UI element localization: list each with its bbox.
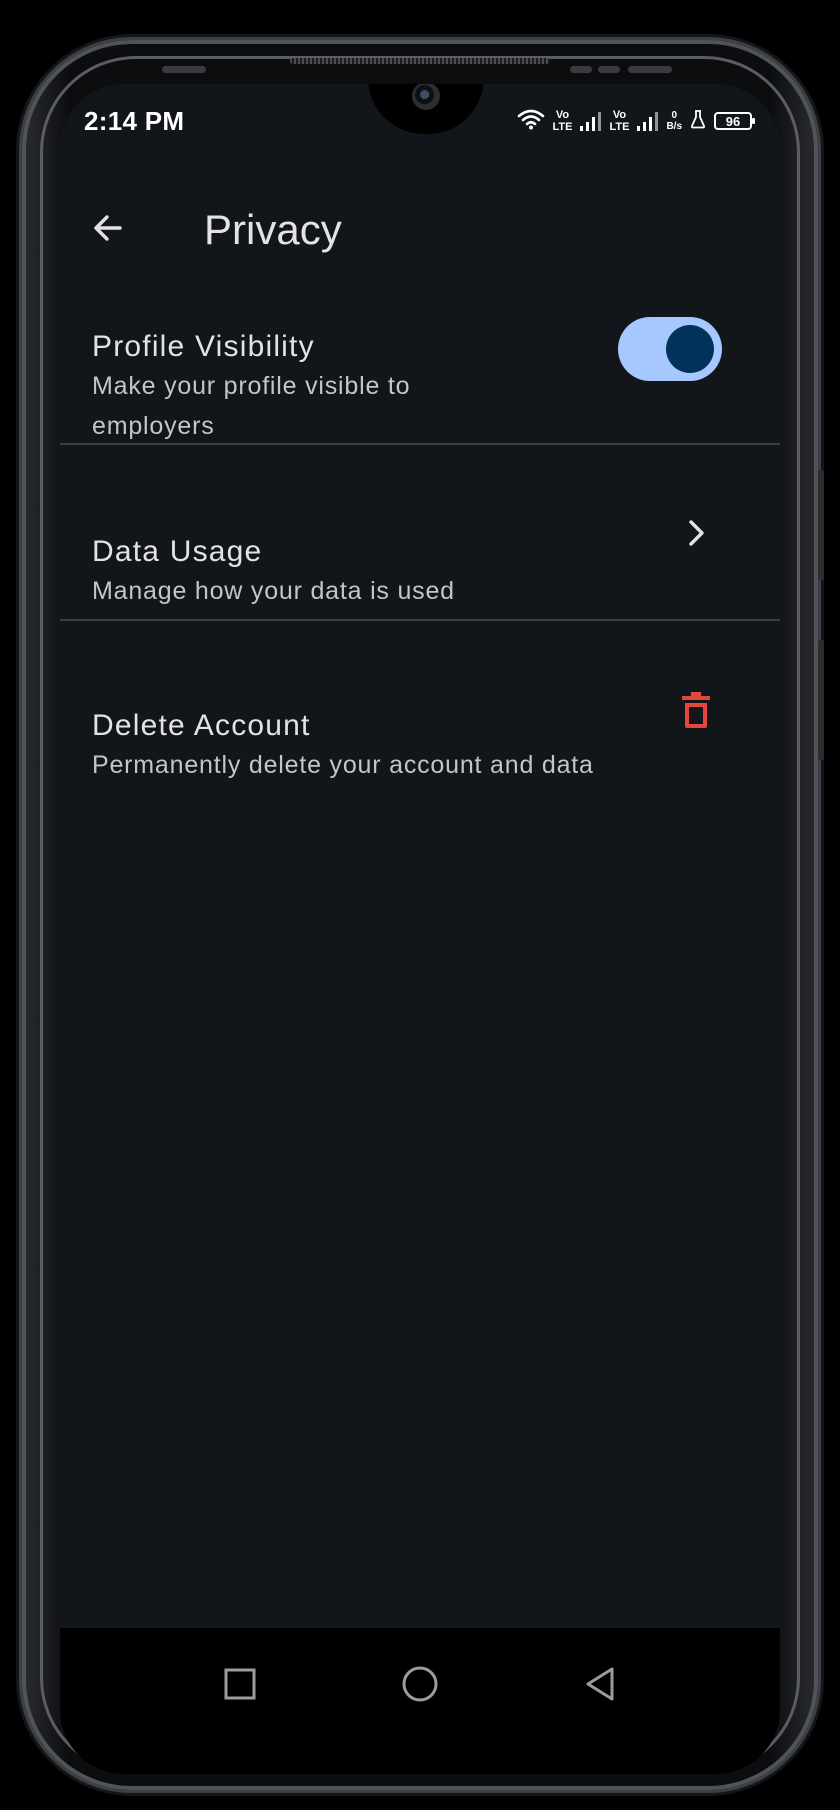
proximity-sensor [162,66,206,73]
volume-button [818,470,824,580]
setting-title: Delete Account [92,709,311,742]
sensor [598,66,620,73]
back-triangle-icon [586,1667,614,1701]
setting-title: Profile Visibility [92,330,315,363]
setting-title: Data Usage [92,535,263,568]
data-usage-row[interactable]: Data Usage Manage how your data is used [60,445,780,619]
power-button [818,640,824,760]
recents-button[interactable] [210,1654,270,1714]
setting-subtitle: Permanently delete your account and data [92,751,594,779]
sensor [570,66,592,73]
recents-square-icon [224,1668,256,1700]
system-nav-bar [60,1628,780,1774]
system-back-button[interactable] [570,1654,630,1714]
profile-visibility-toggle[interactable] [618,317,722,381]
trash-icon [682,692,710,728]
phone-screen: 2:14 PM Vo LTE Vo LTE 0 B/s 96 Privacy P… [60,84,780,1774]
home-button[interactable] [390,1654,450,1714]
chevron-right-icon [676,513,716,553]
delete-account-button[interactable] [676,688,716,732]
setting-subtitle: Make your profile visible to employers [92,372,411,440]
toggle-knob [666,325,714,373]
profile-visibility-row[interactable]: Profile Visibility Make your profile vis… [60,84,780,444]
setting-subtitle: Manage how your data is used [92,577,455,605]
delete-account-row[interactable]: Delete Account Permanently delete your a… [60,621,780,791]
sensor [628,66,672,73]
earpiece-speaker [290,58,550,64]
home-circle-icon [402,1666,438,1702]
